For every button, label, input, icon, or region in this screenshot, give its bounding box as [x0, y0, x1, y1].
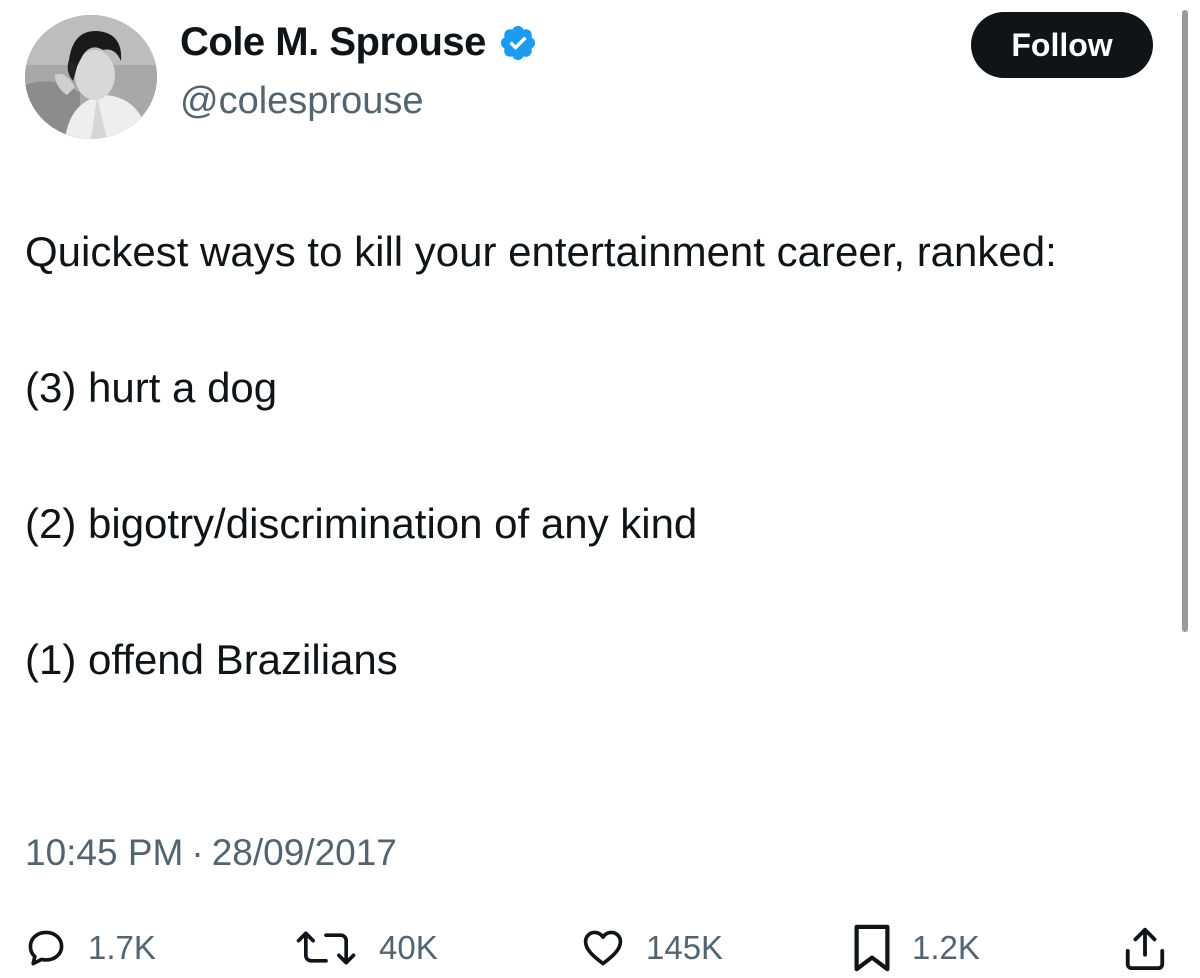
avatar[interactable] — [25, 15, 157, 139]
bookmark-button[interactable]: 1.2K — [852, 918, 980, 978]
repost-icon — [296, 931, 356, 965]
verified-badge-icon[interactable] — [498, 23, 538, 63]
tweet-text: Quickest ways to kill your entertainment… — [25, 218, 1155, 694]
repost-button[interactable]: 40K — [293, 918, 438, 978]
tweet-line-rank-3: (3) hurt a dog — [25, 364, 278, 411]
bookmark-count: 1.2K — [912, 929, 980, 966]
tweet-line-rank-1: (1) offend Brazilians — [25, 636, 398, 683]
author-display-name[interactable]: Cole M. Sprouse — [180, 20, 486, 65]
bookmark-icon — [854, 924, 890, 972]
reply-icon — [28, 930, 64, 966]
tweet-action-bar: 1.7K 40K 145K 1.2K — [0, 918, 1200, 978]
tweet-line-rank-2: (2) bigotry/discrimination of any kind — [25, 500, 698, 547]
like-count: 145K — [646, 929, 724, 966]
timestamp-date[interactable]: 28/09/2017 — [212, 832, 397, 873]
author-handle[interactable]: @colesprouse — [180, 80, 423, 123]
reply-count: 1.7K — [88, 929, 156, 966]
avatar-photo — [25, 15, 157, 139]
tweet-line-intro: Quickest ways to kill your entertainment… — [25, 228, 1057, 275]
heart-icon — [583, 930, 623, 966]
timestamp-time[interactable]: 10:45 PM — [25, 832, 183, 873]
tweet-timestamp[interactable]: 10:45 PM · 28/09/2017 — [25, 832, 397, 874]
follow-button[interactable]: Follow — [971, 12, 1153, 78]
reply-button[interactable]: 1.7K — [24, 918, 156, 978]
share-icon — [1125, 927, 1165, 971]
like-button[interactable]: 145K — [580, 918, 723, 978]
timestamp-separator: · — [191, 832, 204, 873]
share-button[interactable] — [1122, 918, 1168, 978]
author-name-row[interactable]: Cole M. Sprouse — [180, 20, 538, 65]
repost-count: 40K — [379, 929, 438, 966]
scrollbar[interactable] — [1182, 10, 1188, 632]
